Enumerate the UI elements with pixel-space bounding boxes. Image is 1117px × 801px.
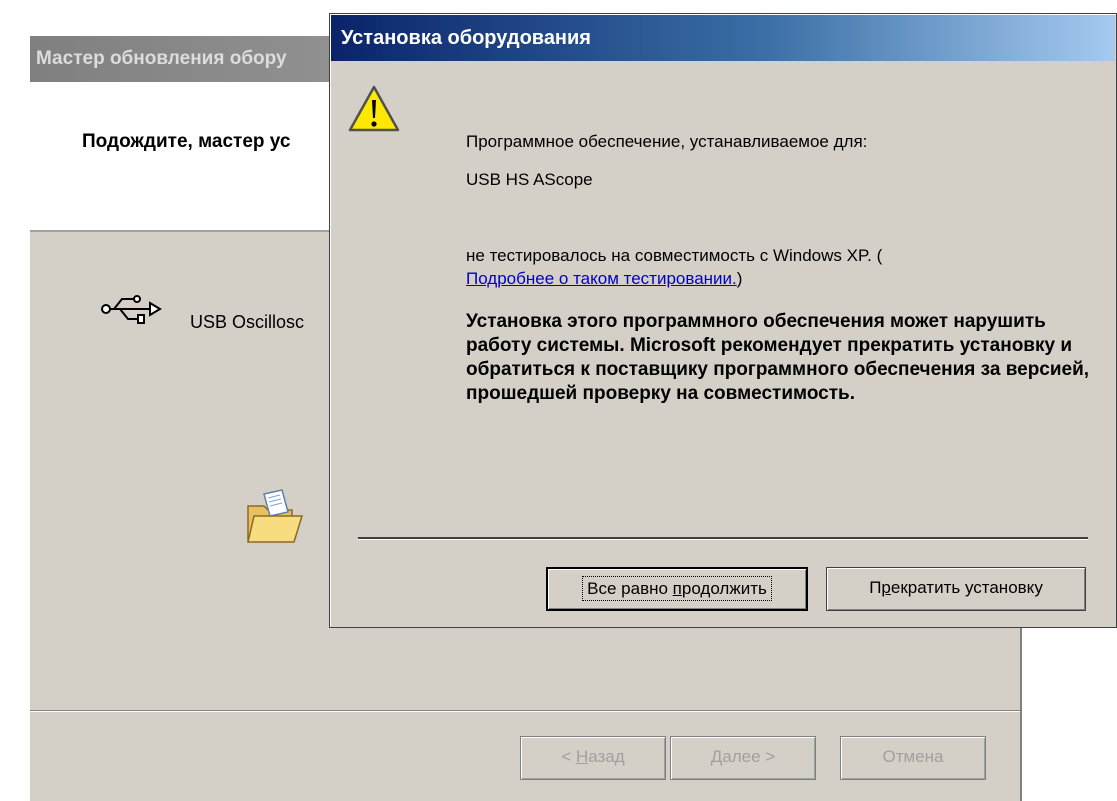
wizard-cancel-button[interactable]: Отмена	[840, 736, 986, 780]
software-intro-text: Программное обеспечение, устанавливаемое…	[466, 132, 868, 151]
stop-access-key: р	[881, 578, 891, 597]
folder-icon	[247, 489, 304, 543]
device-name: USB HS AScope	[466, 170, 593, 189]
continue-anyway-button[interactable]: Все равно продолжить	[546, 567, 808, 611]
compatibility-text: не тестировалось на совместимость с Wind…	[466, 244, 1086, 290]
dialog-separator	[358, 537, 1088, 540]
compatibility-statement: не тестировалось на совместимость с Wind…	[466, 246, 883, 265]
continue-label-end: родолжить	[681, 579, 767, 598]
stop-label-start: П	[869, 578, 882, 597]
testing-info-link[interactable]: Подробнее о таком тестировании.	[466, 269, 737, 288]
wizard-separator	[30, 710, 1020, 712]
continue-label-start: Все равно	[587, 579, 673, 598]
continue-label: Все равно продолжить	[582, 576, 772, 601]
hardware-installation-dialog: Установка оборудования Программное обесп…	[329, 13, 1117, 628]
next-access-key: Д	[710, 747, 723, 766]
compatibility-close: )	[736, 269, 743, 288]
next-label: алее >	[722, 747, 776, 766]
wizard-device-label: USB Oscillosc	[190, 312, 305, 332]
next-button[interactable]: Далее >	[670, 736, 816, 780]
wizard-heading: Подождите, мастер ус	[82, 131, 291, 152]
back-label: азад	[588, 747, 625, 766]
warning-text: Установка этого программного обеспечения…	[466, 311, 1090, 404]
usb-icon	[101, 295, 162, 324]
warning-icon	[348, 85, 400, 132]
stop-installation-button[interactable]: Прекратить установку	[826, 567, 1086, 611]
continue-access-key: п	[672, 579, 682, 598]
back-prefix: <	[561, 747, 576, 766]
back-access-key: Н	[575, 747, 589, 766]
stop-label-end: екратить установку	[890, 578, 1043, 597]
back-button[interactable]: < Назад	[520, 736, 666, 780]
dialog-title[interactable]: Установка оборудования	[331, 15, 1115, 61]
